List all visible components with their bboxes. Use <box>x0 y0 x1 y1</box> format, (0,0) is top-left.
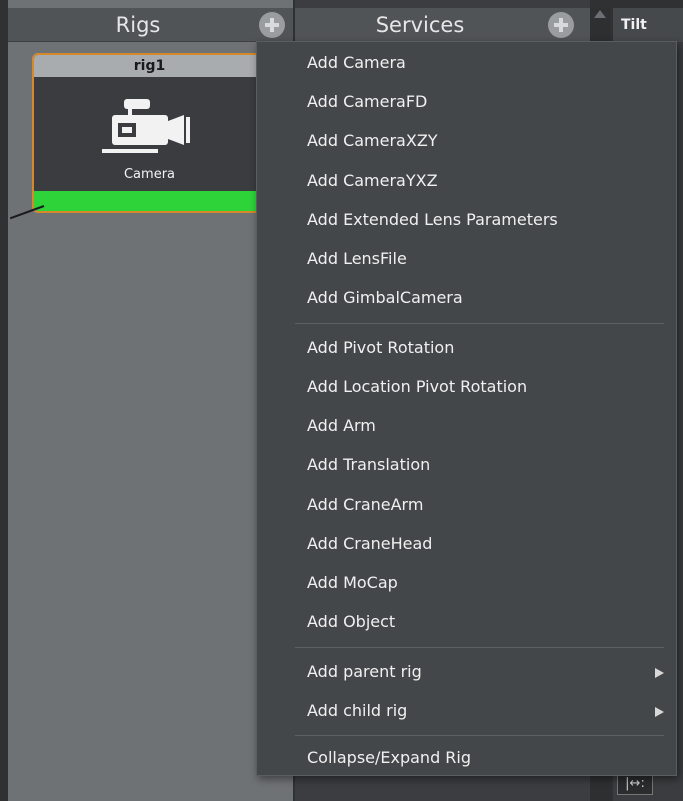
menu-item-add-mocap[interactable]: Add MoCap <box>257 564 676 602</box>
menu-item-add-object[interactable]: Add Object <box>257 603 676 641</box>
submenu-arrow-icon <box>655 707 664 717</box>
menu-separator <box>295 735 664 736</box>
rig-card[interactable]: rig1 Camera <box>32 53 267 213</box>
menu-separator <box>295 323 664 324</box>
menu-item-add-parent-rig[interactable]: Add parent rig <box>257 653 676 691</box>
menu-item-add-arm[interactable]: Add Arm <box>257 407 676 445</box>
menu-separator <box>295 647 664 648</box>
services-header: Services <box>295 8 590 42</box>
add-context-menu: Add Camera Add CameraFD Add CameraXZY Ad… <box>256 41 677 776</box>
scroll-up-icon[interactable] <box>594 10 606 18</box>
rig-name: rig1 <box>34 55 265 77</box>
menu-item-add-cranehead[interactable]: Add CraneHead <box>257 525 676 563</box>
menu-item-add-cameraxzy[interactable]: Add CameraXZY <box>257 122 676 160</box>
rig-component-label: Camera <box>123 167 176 182</box>
menu-item-add-translation[interactable]: Add Translation <box>257 446 676 484</box>
rig-status-bar <box>34 191 265 211</box>
menu-item-add-camerafd[interactable]: Add CameraFD <box>257 83 676 121</box>
rigs-header: Rigs <box>8 8 293 42</box>
add-service-plus-icon[interactable] <box>548 12 574 38</box>
rigs-panel: Rigs rig1 Camera <box>8 0 293 801</box>
video-camera-icon <box>102 99 190 153</box>
menu-item-add-pivot-rotation[interactable]: Add Pivot Rotation <box>257 329 676 367</box>
menu-item-add-child-rig[interactable]: Add child rig <box>257 692 676 730</box>
rigs-title: Rigs <box>115 13 161 37</box>
menu-item-add-gimbalcamera[interactable]: Add GimbalCamera <box>257 279 676 317</box>
menu-item-collapse-expand-rig[interactable]: Collapse/Expand Rig <box>257 739 676 777</box>
menu-item-add-extended-lens-parameters[interactable]: Add Extended Lens Parameters <box>257 201 676 239</box>
menu-item-add-camera[interactable]: Add Camera <box>257 44 676 82</box>
submenu-arrow-icon <box>655 668 664 678</box>
menu-item-add-location-pivot-rotation[interactable]: Add Location Pivot Rotation <box>257 368 676 406</box>
menu-item-add-cranearm[interactable]: Add CraneArm <box>257 486 676 524</box>
menu-item-label: Add parent rig <box>307 662 422 681</box>
tilt-header: Tilt <box>613 8 683 42</box>
services-title: Services <box>375 13 465 37</box>
menu-item-add-camerayxz[interactable]: Add CameraYXZ <box>257 162 676 200</box>
menu-item-label: Add child rig <box>307 701 408 720</box>
menu-item-add-lensfile[interactable]: Add LensFile <box>257 240 676 278</box>
add-rig-plus-icon[interactable] <box>259 12 285 38</box>
